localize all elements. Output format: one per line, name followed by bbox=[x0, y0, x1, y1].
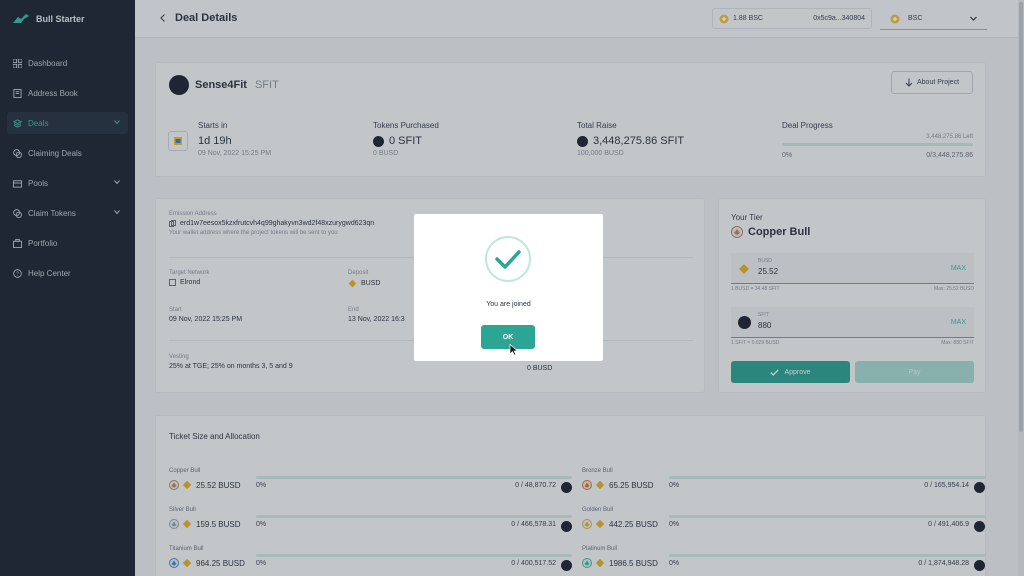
mouse-cursor-icon bbox=[509, 344, 519, 356]
dialog-message: You are joined bbox=[486, 301, 531, 308]
ok-button[interactable]: OK bbox=[481, 325, 535, 349]
success-check-icon bbox=[485, 236, 531, 282]
joined-dialog: You are joined OK bbox=[414, 214, 603, 361]
ok-label: OK bbox=[502, 333, 514, 341]
